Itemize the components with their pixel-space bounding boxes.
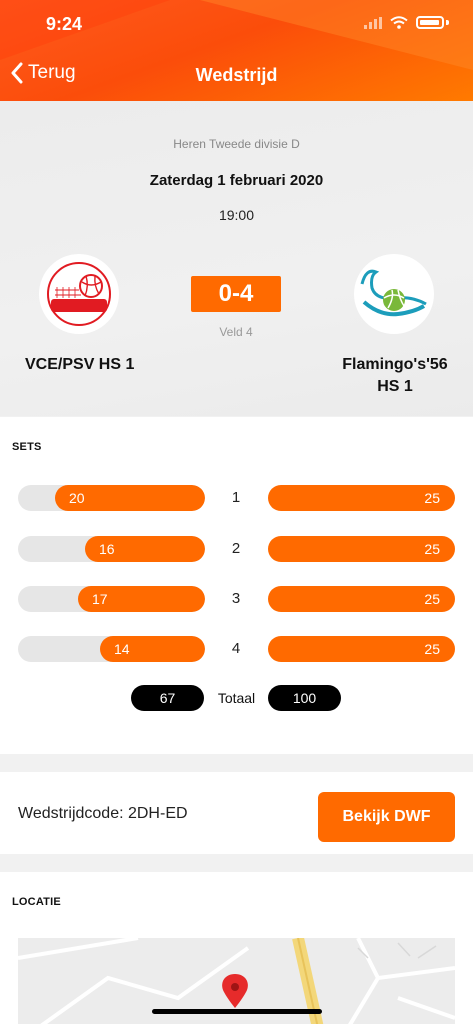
- home-set-bar: 20: [18, 485, 205, 511]
- field-label: Veld 4: [219, 325, 253, 339]
- competition-name: Heren Tweede divisie D: [173, 137, 300, 151]
- header: 9:24 Terug Wedstrijd: [0, 0, 473, 101]
- set-row: 20 1 25: [0, 485, 473, 511]
- status-time: 9:24: [46, 14, 83, 34]
- home-total: 67: [131, 685, 204, 711]
- home-set-score: 17: [78, 586, 205, 612]
- match-score: 0-4: [191, 276, 281, 312]
- sets-title: SETS: [12, 441, 42, 453]
- match-header: Heren Tweede divisie D Zaterdag 1 februa…: [0, 101, 473, 416]
- home-indicator: [152, 1009, 322, 1014]
- set-number: 4: [231, 640, 241, 657]
- away-team-logo: [354, 254, 434, 334]
- set-number: 2: [231, 540, 241, 557]
- signal-icon: [364, 16, 382, 29]
- set-row: 16 2 25: [0, 536, 473, 562]
- away-set-bar: 25: [268, 586, 455, 612]
- home-team-name: VCE/PSV HS 1: [25, 356, 135, 373]
- location-card: LOCATIE: [0, 872, 473, 1024]
- home-set-score: 20: [55, 485, 205, 511]
- home-set-bar: 17: [18, 586, 205, 612]
- battery-cap: [446, 20, 449, 25]
- set-row: 14 4 25: [0, 636, 473, 662]
- away-team-name: Flamingo's'56 HS 1: [342, 356, 448, 395]
- match-time: 19:00: [218, 207, 255, 223]
- home-team-logo: [39, 254, 119, 334]
- sets-card: SETS 20 1 25 16 2 25 17 3 25 14 4 25 67 …: [0, 417, 473, 754]
- battery-icon: [416, 16, 444, 29]
- view-dwf-button[interactable]: Bekijk DWF: [318, 792, 455, 842]
- home-set-score: 14: [100, 636, 205, 662]
- away-set-score: 25: [424, 541, 440, 557]
- vce-psv-logo: [47, 262, 111, 326]
- set-row: 17 3 25: [0, 586, 473, 612]
- away-set-bar: 25: [268, 536, 455, 562]
- match-date: Zaterdag 1 februari 2020: [149, 172, 324, 189]
- away-set-score: 25: [424, 490, 440, 506]
- set-number: 3: [231, 590, 241, 607]
- page-title: Wedstrijd: [195, 65, 278, 85]
- status-icons: [364, 16, 449, 29]
- away-set-bar: 25: [268, 636, 455, 662]
- match-code-card: Wedstrijdcode: 2DH-ED Bekijk DWF: [0, 772, 473, 854]
- away-total: 100: [268, 685, 341, 711]
- totals-row: 67 Totaal 100: [0, 685, 473, 711]
- location-title: LOCATIE: [12, 896, 61, 908]
- home-set-bar: 16: [18, 536, 205, 562]
- wifi-icon: [390, 16, 408, 29]
- set-number: 1: [231, 489, 241, 506]
- match-code: Wedstrijdcode: 2DH-ED: [18, 805, 188, 822]
- away-set-score: 25: [424, 591, 440, 607]
- away-set-bar: 25: [268, 485, 455, 511]
- home-set-score: 16: [85, 536, 205, 562]
- home-set-bar: 14: [18, 636, 205, 662]
- away-set-score: 25: [424, 641, 440, 657]
- total-label: Totaal: [217, 690, 256, 706]
- flamingos-logo: [360, 263, 427, 329]
